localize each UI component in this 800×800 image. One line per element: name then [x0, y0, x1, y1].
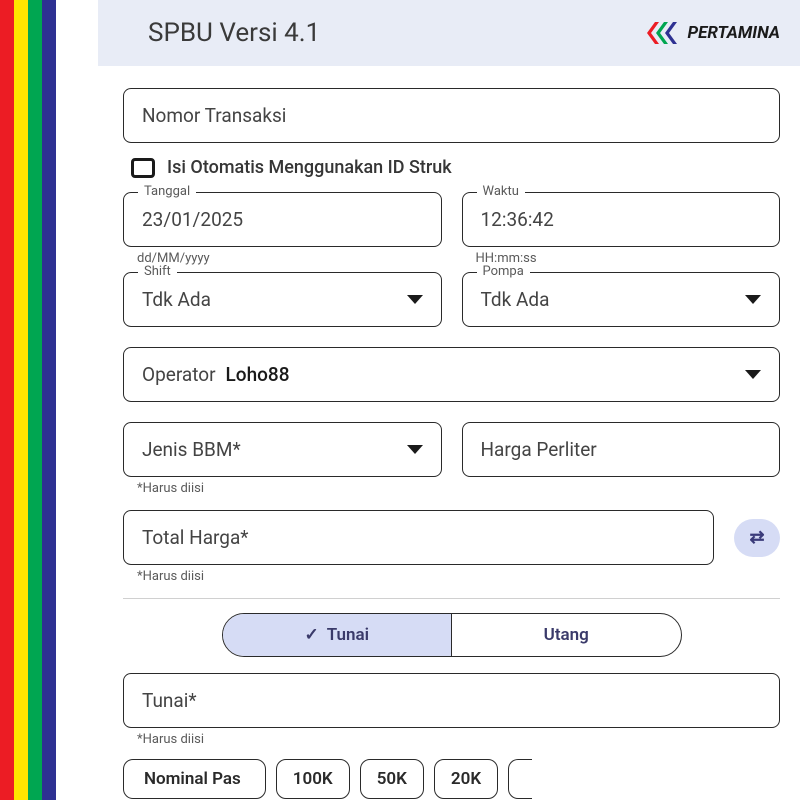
nominal-chip-row: Nominal Pas 100K 50K 20K: [123, 759, 780, 799]
auto-fill-row: Isi Otomatis Menggunakan ID Struk: [123, 157, 780, 178]
section-transaction: Nomor Transaksi Isi Otomatis Menggunakan…: [123, 88, 780, 599]
stripe-yellow: [14, 0, 28, 800]
payment-toggle: ✓ Tunai Utang: [222, 613, 682, 657]
tunai-input[interactable]: Tunai*: [123, 673, 780, 728]
chip-more[interactable]: [508, 759, 532, 799]
check-icon: ✓: [304, 625, 318, 645]
brand: PERTAMINA: [645, 20, 780, 46]
total-harga-input[interactable]: Total Harga*: [123, 510, 714, 565]
app-title: SPBU Versi 4.1: [148, 18, 320, 48]
nomor-transaksi-input[interactable]: Nomor Transaksi: [123, 88, 780, 143]
chevron-down-icon: [407, 295, 423, 304]
auto-fill-label: Isi Otomatis Menggunakan ID Struk: [167, 157, 452, 178]
chevron-down-icon: [745, 295, 761, 304]
shift-select[interactable]: Shift Tdk Ada: [123, 272, 442, 327]
brand-text: PERTAMINA: [687, 23, 780, 43]
swap-icon: ⇄: [749, 527, 764, 548]
total-hint: *Harus diisi: [123, 569, 780, 584]
stripe-blue: [42, 0, 56, 800]
jenis-bbm-hint: *Harus diisi: [123, 481, 442, 496]
chevron-down-icon: [407, 445, 423, 454]
jenis-bbm-select[interactable]: Jenis BBM*: [123, 422, 442, 477]
chevron-down-icon: [745, 370, 761, 379]
swap-button[interactable]: ⇄: [734, 519, 780, 557]
toggle-tunai[interactable]: ✓ Tunai: [223, 614, 452, 656]
header-bar: SPBU Versi 4.1 PERTAMINA: [98, 0, 800, 66]
pompa-select[interactable]: Pompa Tdk Ada: [462, 272, 781, 327]
harga-perliter-input[interactable]: Harga Perliter: [462, 422, 781, 477]
waktu-input[interactable]: Waktu 12:36:42: [462, 192, 781, 247]
toggle-utang[interactable]: Utang: [451, 614, 681, 656]
chip-nominal-pas[interactable]: Nominal Pas: [123, 759, 266, 799]
auto-fill-checkbox[interactable]: [131, 158, 155, 178]
stripe-green: [28, 0, 42, 800]
tunai-hint: *Harus diisi: [123, 732, 780, 747]
main-panel: SPBU Versi 4.1 PERTAMINA Nomor Transaksi…: [98, 0, 800, 800]
chip-20k[interactable]: 20K: [434, 759, 498, 799]
pertamina-logo-icon: [645, 20, 681, 46]
tanggal-input[interactable]: Tanggal 23/01/2025: [123, 192, 442, 247]
chip-100k[interactable]: 100K: [276, 759, 350, 799]
section-payment: ✓ Tunai Utang Tunai* *Harus diisi Nomina…: [123, 613, 780, 800]
stripe-red: [0, 0, 14, 800]
chip-50k[interactable]: 50K: [360, 759, 424, 799]
operator-select[interactable]: Operator Loho88: [123, 347, 780, 402]
